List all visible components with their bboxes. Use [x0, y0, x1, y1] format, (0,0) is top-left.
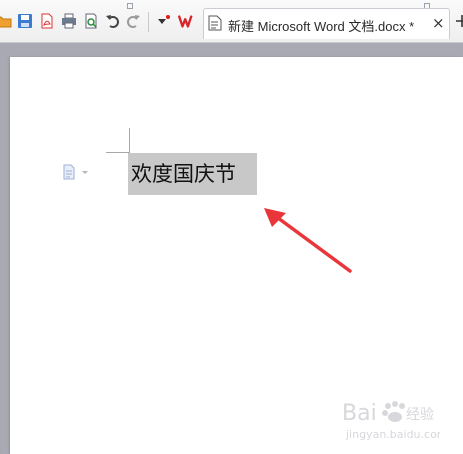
baidu-jingyan-watermark: Bai 经验 jingyan.baidu.com	[340, 392, 448, 452]
annotation-arrow	[264, 208, 352, 273]
customize-dropdown-icon[interactable]	[154, 12, 172, 30]
watermark-brand: Bai	[342, 401, 377, 426]
export-pdf-icon[interactable]	[38, 12, 56, 30]
tab-title: 新建 Microsoft Word 文档.docx *	[228, 19, 415, 34]
tab-close-button[interactable]: ×	[432, 14, 445, 32]
watermark-url: jingyan.baidu.com	[345, 428, 440, 441]
paragraph-layout-icon[interactable]	[62, 164, 90, 184]
new-tab-icon[interactable]	[453, 12, 463, 30]
redo-icon[interactable]	[124, 12, 142, 30]
undo-icon[interactable]	[104, 12, 122, 30]
wps-logo-icon[interactable]	[178, 12, 196, 30]
margin-corner-mark	[106, 152, 130, 153]
print-icon[interactable]	[60, 12, 78, 30]
tab-strip-marker	[127, 3, 133, 9]
selected-text[interactable]: 欢度国庆节	[128, 153, 257, 195]
print-preview-icon[interactable]	[82, 12, 100, 30]
document-tab[interactable]: 新建 Microsoft Word 文档.docx * ×	[203, 8, 450, 39]
word-document-icon	[208, 15, 222, 35]
toolbar-separator	[148, 12, 149, 32]
margin-corner-mark	[129, 128, 130, 153]
save-icon[interactable]	[16, 12, 34, 30]
open-folder-icon[interactable]	[0, 12, 12, 30]
quick-access-toolbar: 新建 Microsoft Word 文档.docx * ×	[0, 0, 463, 43]
watermark-suffix: 经验	[406, 407, 434, 423]
